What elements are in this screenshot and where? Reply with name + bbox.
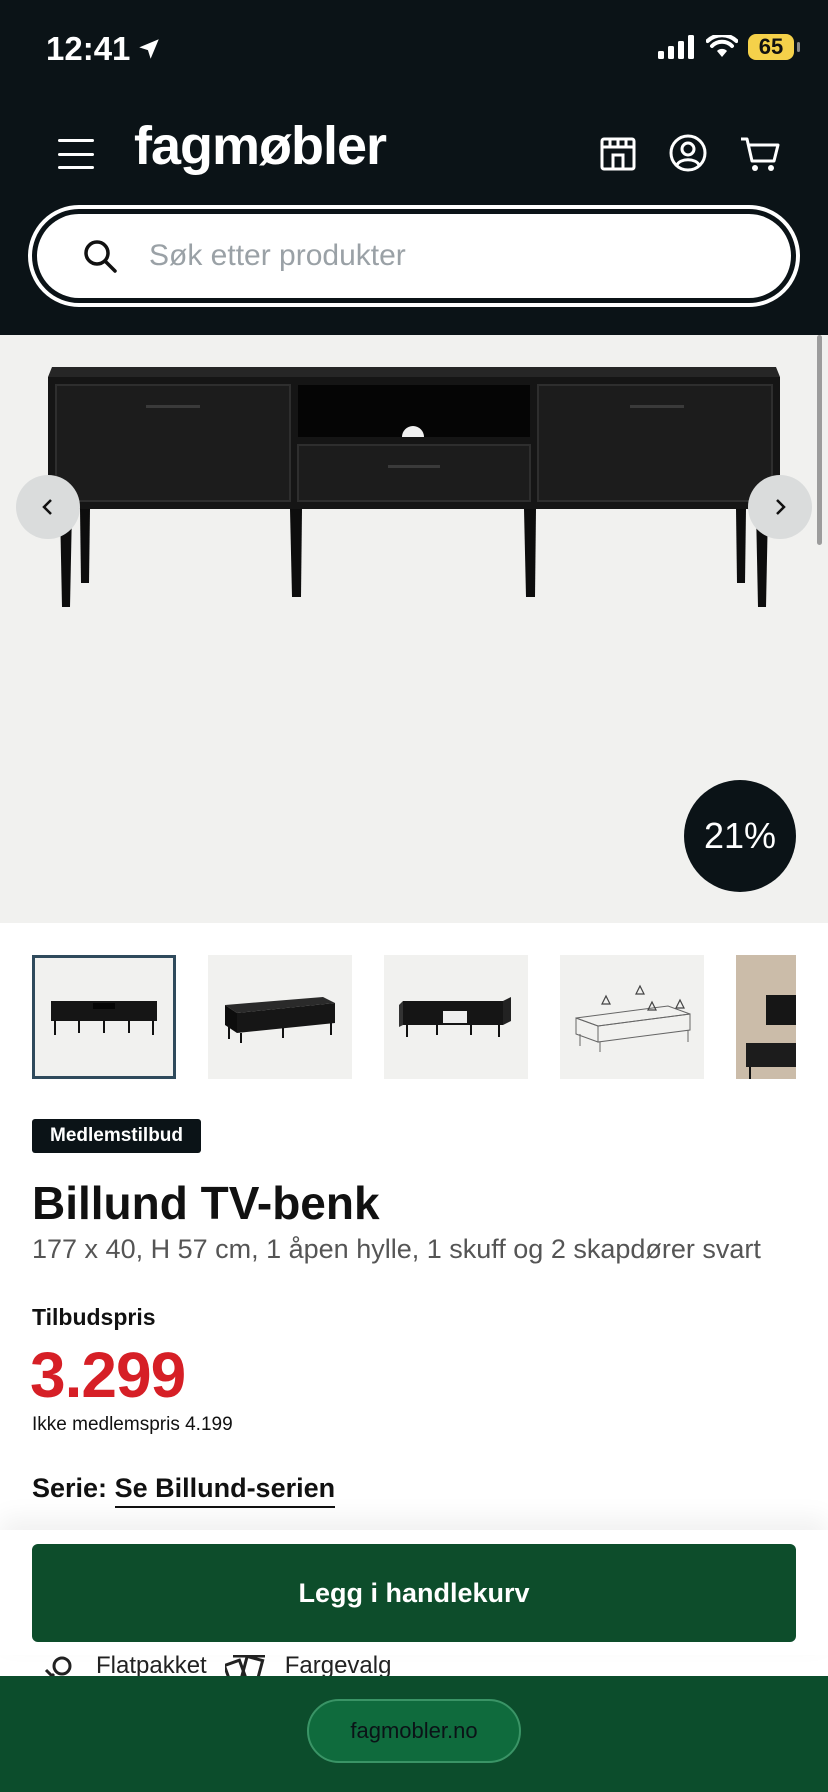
thumbnail-3[interactable] [384,955,528,1079]
menu-button[interactable] [58,139,94,169]
search-bar [28,205,800,307]
status-bar: 12:41 65 [0,0,828,95]
next-image-button[interactable] [748,475,812,539]
search-icon [84,240,117,273]
battery-icon: 65 [748,34,800,60]
wifi-icon [706,35,738,57]
feature-item: Fargevalg [224,1652,392,1676]
member-offer-badge: Medlemstilbud [32,1119,202,1153]
store-icon[interactable] [596,131,640,175]
product-title: Billund TV-benk [32,1177,380,1229]
site-header: fagmøbler [0,95,828,335]
non-member-price: Ikke medlemspris 4.199 [32,1414,233,1435]
account-icon[interactable] [666,131,710,175]
signal-icon [658,35,694,59]
status-time: 12:41 [46,30,131,67]
add-to-cart-button[interactable]: Legg i handlekurv [32,1544,796,1642]
scrollbar[interactable] [817,335,822,545]
browser-address-pill[interactable]: fagmobler.no [307,1699,521,1763]
hamburger-icon-line [58,166,94,169]
site-logo[interactable]: fagmøbler [134,115,387,177]
chevron-left-icon [42,499,52,515]
color-swatch-icon [224,1654,265,1676]
thumbnail-image [399,997,511,1037]
thumbnail-4[interactable] [560,955,704,1079]
browser-bottom-bar: fagmobler.no [0,1676,828,1792]
feature-label: Flatpakket [96,1652,207,1676]
offer-price: 3.299 [30,1339,186,1411]
discount-badge: 21% [684,780,796,892]
prev-image-button[interactable] [16,475,80,539]
series-label: Serie: [32,1473,108,1503]
thumbnail-image [51,1001,157,1035]
price-label: Tilbudspris [32,1304,156,1330]
thumbnail-image [225,997,335,1043]
series-row: Serie: Se Billund-serien [32,1473,336,1508]
hamburger-icon-line [58,152,94,156]
search-input[interactable] [149,239,709,273]
hamburger-icon-line [58,139,94,142]
chevron-right-icon [776,499,786,515]
thumbnail-image [575,984,691,1052]
thumbnail-strip [32,955,796,1079]
feature-label: Fargevalg [284,1652,392,1676]
search-box [37,214,791,298]
status-time-group: 12:41 [46,30,162,68]
feature-list: Flatpakket Fargevalg [32,1652,391,1676]
cart-icon[interactable] [738,131,782,175]
feature-item: Flatpakket [32,1652,207,1676]
thumbnail-5[interactable] [736,955,796,1079]
thumbnail-image [736,955,796,1079]
tools-icon [44,1656,72,1676]
product-image-carousel[interactable]: 21% [0,335,828,923]
location-arrow-icon [139,39,160,59]
battery-level: 65 [758,34,784,59]
product-description: 177 x 40, H 57 cm, 1 åpen hylle, 1 skuff… [32,1234,761,1264]
sticky-cta: Legg i handlekurv [0,1530,828,1655]
thumbnail-1[interactable] [32,955,176,1079]
series-link[interactable]: Se Billund-serien [114,1473,336,1508]
status-icons: 65 [658,34,800,60]
thumbnail-2[interactable] [208,955,352,1079]
